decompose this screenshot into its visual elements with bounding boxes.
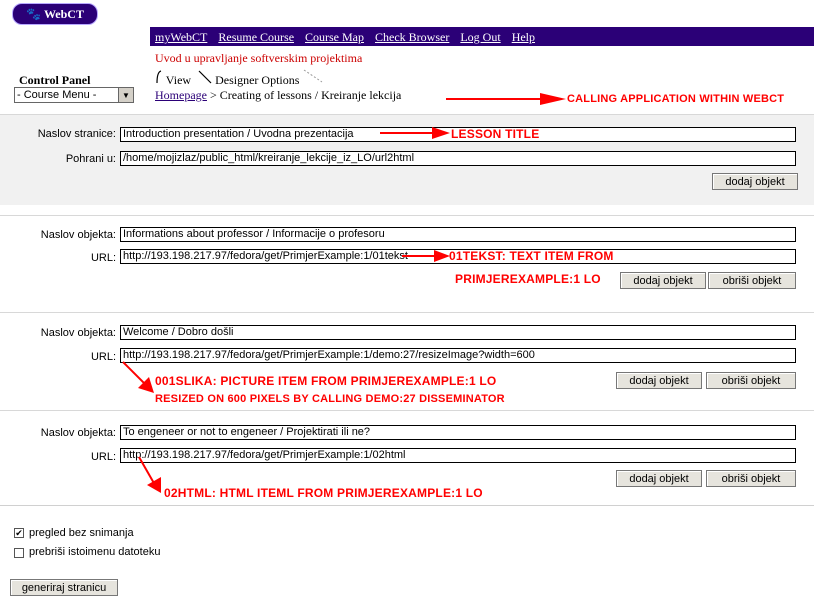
- webct-logo[interactable]: 🐾 WebCT: [12, 3, 98, 25]
- page-title-label: Naslov stranice:: [37, 128, 116, 140]
- tab-corner-icon: [304, 69, 323, 83]
- arrow-lesson-line: [380, 132, 440, 134]
- course-menu-value: - Course Menu -: [17, 89, 97, 101]
- top-nav: myWebCT Resume Course Course Map Check B…: [155, 30, 543, 45]
- logo-text: WebCT: [43, 6, 84, 21]
- nav-resume-course[interactable]: Resume Course: [218, 30, 294, 44]
- nav-mywebct[interactable]: myWebCT: [155, 30, 207, 44]
- arrow-slika: [122, 361, 154, 393]
- generate-page-button[interactable]: generiraj stranicu: [10, 579, 118, 596]
- breadcrumb: Homepage > Creating of lessons / Kreiran…: [155, 88, 401, 103]
- object-2-delete-button[interactable]: obriši objekt: [706, 372, 796, 389]
- overwrite-checkbox[interactable]: [14, 548, 24, 558]
- nav-check-browser[interactable]: Check Browser: [375, 30, 449, 44]
- designer-tab-icon: [198, 70, 212, 84]
- nav-help[interactable]: Help: [512, 30, 535, 44]
- preview-checkbox[interactable]: ✔: [14, 528, 24, 538]
- view-tab-icon: [156, 70, 162, 84]
- section-divider: [0, 505, 814, 506]
- annotation-calling: CALLING APPLICATION WITHIN WEBCT: [567, 93, 785, 105]
- course-title: Uvod u upravljanje softverskim projektim…: [155, 51, 363, 65]
- annotation-lesson-title: LESSON TITLE: [451, 127, 540, 141]
- object-3-url-label: URL:: [90, 451, 116, 463]
- object-1-delete-button[interactable]: obriši objekt: [708, 272, 796, 289]
- arrow-lesson-head: [432, 127, 450, 139]
- overwrite-label: prebriši istoimenu datoteku: [29, 546, 161, 558]
- tab-designer-label: Designer Options: [215, 73, 300, 87]
- chevron-down-icon[interactable]: ▼: [118, 88, 133, 102]
- annotation-slika-1: 001SLIKA: PICTURE ITEM FROM PRIMJEREXAMP…: [155, 374, 497, 388]
- object-3-title-label: Naslov objekta:: [40, 427, 116, 439]
- breadcrumb-current: > Creating of lessons / Kreiranje lekcij…: [209, 88, 402, 102]
- arrow-html: [138, 456, 161, 493]
- annotation-slika-2: RESIZED ON 600 PIXELS BY CALLING DEMO:27…: [155, 393, 505, 405]
- object-3-delete-button[interactable]: obriši objekt: [706, 470, 796, 487]
- object-1-title-input[interactable]: Informations about professor / Informaci…: [120, 227, 796, 242]
- object-1-title-label: Naslov objekta:: [40, 229, 116, 241]
- tab-view[interactable]: View: [155, 70, 191, 88]
- annotation-html: 02HTML: HTML ITEML FROM PRIMJEREXAMPLE:1…: [164, 486, 483, 500]
- nav-log-out[interactable]: Log Out: [460, 30, 500, 44]
- annotation-tekst-2: PRIMJEREXAMPLE:1 LO: [455, 272, 601, 286]
- arrow-calling-head: [540, 93, 566, 105]
- tab-designer-options[interactable]: Designer Options: [198, 68, 324, 88]
- object-3-add-button[interactable]: dodaj objekt: [616, 470, 702, 487]
- object-1-add-button[interactable]: dodaj objekt: [620, 272, 706, 289]
- checkmark-icon: ✔: [15, 527, 23, 538]
- object-2-url-label: URL:: [90, 351, 116, 363]
- object-2-title-label: Naslov objekta:: [40, 327, 116, 339]
- annotation-tekst-1: 01TEKST: TEXT ITEM FROM: [449, 249, 614, 263]
- page-add-object-button[interactable]: dodaj objekt: [712, 173, 798, 190]
- control-panel-label: Control Panel: [19, 73, 91, 87]
- object-2-title-input[interactable]: Welcome / Dobro došli: [120, 325, 796, 340]
- save-path-input[interactable]: /home/mojizlaz/public_html/kreiranje_lek…: [120, 151, 796, 166]
- tab-view-label: View: [165, 73, 192, 87]
- view-tabs: View Designer Options: [155, 68, 328, 88]
- nav-course-map[interactable]: Course Map: [305, 30, 364, 44]
- save-path-label: Pohrani u:: [65, 153, 116, 165]
- object-2-add-button[interactable]: dodaj objekt: [616, 372, 702, 389]
- paw-icon: 🐾: [26, 6, 41, 21]
- object-3-url-input[interactable]: http://193.198.217.97/fedora/get/Primjer…: [120, 448, 796, 463]
- object-2-url-input[interactable]: http://193.198.217.97/fedora/get/Primjer…: [120, 348, 796, 363]
- object-3-title-input[interactable]: To engeneer or not to engeneer / Projekt…: [120, 425, 796, 440]
- preview-label: pregled bez snimanja: [29, 527, 134, 539]
- course-menu-select[interactable]: - Course Menu - ▼: [14, 87, 134, 103]
- breadcrumb-home[interactable]: Homepage: [155, 88, 207, 102]
- object-1-url-label: URL:: [90, 252, 116, 264]
